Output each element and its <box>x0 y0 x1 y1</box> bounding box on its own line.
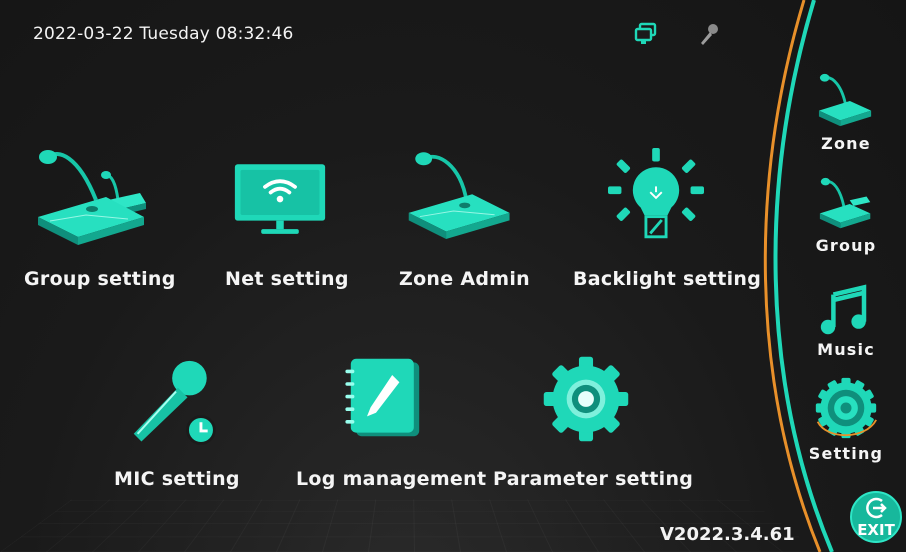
group-setting-tile[interactable]: Group setting <box>20 140 175 300</box>
paging-console-icon <box>818 73 872 127</box>
sidebar-item-setting[interactable]: Setting <box>806 376 886 463</box>
zone-admin-tile[interactable]: Zone Admin <box>395 140 535 300</box>
datetime-display: 2022-03-22 Tuesday 08:32:46 <box>33 24 294 44</box>
exit-button[interactable]: EXIT <box>849 490 903 544</box>
sidebar-item-label: Zone <box>821 134 871 153</box>
microphone-clock-icon <box>133 360 216 445</box>
tile-label: MIC setting <box>114 468 240 490</box>
group-paging-console-icon <box>819 177 871 229</box>
exit-label: EXIT <box>857 521 895 539</box>
microphone-icon[interactable] <box>697 22 721 46</box>
sidebar-item-label: Setting <box>808 444 884 463</box>
light-bulb-icon <box>608 148 704 239</box>
wifi-monitor-icon <box>234 164 326 234</box>
tile-label: Group setting <box>24 268 176 290</box>
sidebar-item-zone[interactable]: Zone <box>806 72 886 153</box>
log-management-tile[interactable]: Log management <box>290 355 486 500</box>
backlight-setting-tile[interactable]: Backlight setting <box>570 140 761 300</box>
music-note-icon <box>820 284 867 335</box>
screen: 2022-03-22 Tuesday 08:32:46 Group settin… <box>0 0 906 552</box>
version-label: V2022.3.4.61 <box>660 524 795 545</box>
gear-icon <box>543 356 629 442</box>
sidebar-item-label: Group <box>815 236 877 255</box>
tile-label: Net setting <box>225 268 349 290</box>
tile-label: Zone Admin <box>399 268 530 290</box>
group-paging-console-icon <box>38 150 146 245</box>
notebook-pen-icon <box>345 358 420 437</box>
tile-label: Log management <box>296 468 487 490</box>
sidebar-item-group[interactable]: Group <box>806 176 886 255</box>
net-setting-tile[interactable]: Net setting <box>215 140 348 300</box>
mic-setting-tile[interactable]: MIC setting <box>110 355 240 500</box>
sidebar-item-label: Music <box>817 340 875 359</box>
paging-console-icon <box>408 152 510 239</box>
parameter-setting-tile[interactable]: Parameter setting <box>490 355 693 500</box>
tile-label: Parameter setting <box>493 468 694 490</box>
monitor-icon[interactable] <box>634 22 658 46</box>
tile-label: Backlight setting <box>573 268 762 290</box>
sidebar-item-music[interactable]: Music <box>806 282 886 359</box>
gear-icon <box>815 377 877 439</box>
